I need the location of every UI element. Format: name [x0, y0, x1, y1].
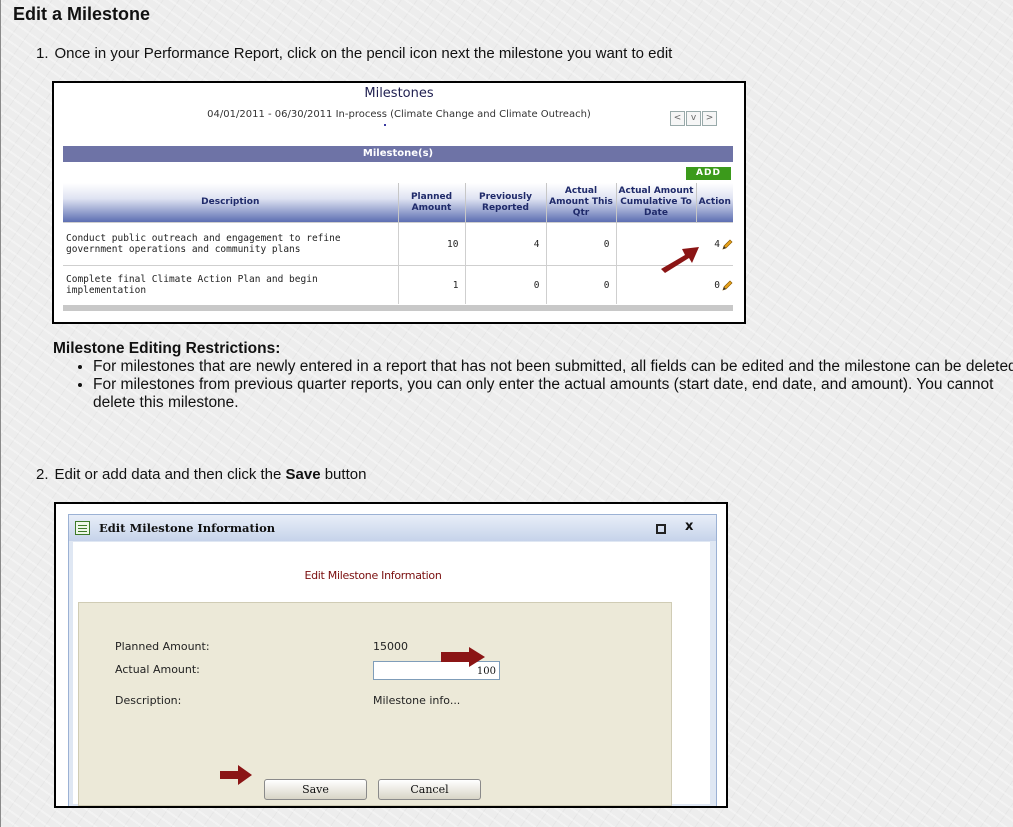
restrictions-title: Milestone Editing Restrictions:: [53, 340, 281, 357]
step-1-text: Once in your Performance Report, click o…: [54, 45, 673, 62]
col-action: Action: [696, 183, 733, 223]
edit-form: Planned Amount: 15000 Actual Amount: 100…: [78, 602, 672, 806]
row-description: Complete final Climate Action Plan and b…: [63, 265, 399, 304]
dialog-body: Edit Milestone Information Planned Amoun…: [73, 542, 710, 806]
close-icon[interactable]: x: [685, 519, 693, 534]
form-icon: [75, 521, 90, 535]
edit-dialog-screenshot: Edit Milestone Information x Edit Milest…: [54, 502, 728, 808]
save-button[interactable]: Save: [264, 779, 367, 800]
row-planned: 10: [398, 222, 466, 266]
row-description: Conduct public outreach and engagement t…: [63, 222, 399, 266]
description-value: Milestone info...: [373, 694, 461, 707]
row-this-qtr: 0: [546, 265, 617, 304]
pencil-edit-icon[interactable]: [722, 280, 733, 291]
left-border: [0, 0, 1, 827]
milestones-period: 04/01/2011 - 06/30/2011 In-process (Clim…: [207, 109, 591, 120]
description-label: Description:: [115, 694, 182, 707]
col-planned: Planned Amount: [398, 183, 466, 223]
red-arrow-icon: [441, 647, 485, 667]
add-milestone-button[interactable]: ADD: [686, 167, 731, 180]
table-header-row: Description Planned Amount Previously Re…: [63, 183, 733, 223]
restriction-item: For milestones that are newly entered in…: [93, 358, 1013, 376]
milestones-title: Milestones: [364, 86, 434, 101]
form-heading: Edit Milestone Information: [304, 569, 442, 582]
table-row: Conduct public outreach and engagement t…: [63, 222, 733, 266]
cancel-button[interactable]: Cancel: [378, 779, 481, 800]
row-previously: 0: [465, 265, 547, 304]
table-footer-bar: [63, 305, 733, 311]
next-button[interactable]: >: [702, 111, 717, 126]
milestones-section-bar: Milestone(s): [63, 146, 733, 162]
maximize-icon[interactable]: [656, 524, 666, 534]
red-arrow-icon: [220, 765, 252, 785]
col-this-qtr: Actual Amount This Qtr: [546, 183, 617, 223]
milestones-table: Description Planned Amount Previously Re…: [63, 183, 733, 304]
actual-amount-label: Actual Amount:: [115, 663, 200, 676]
planned-amount-label: Planned Amount:: [115, 640, 210, 653]
dialog-title: Edit Milestone Information: [99, 521, 276, 535]
restrictions-list: For milestones that are newly entered in…: [53, 358, 1013, 412]
row-cumulative: 0: [714, 279, 720, 291]
step-2-text-before: Edit or add data and then click the: [54, 466, 286, 483]
row-planned: 1: [398, 265, 466, 304]
step-2-text-after: button: [320, 466, 367, 483]
restriction-item: For milestones from previous quarter rep…: [93, 376, 1013, 412]
pencil-edit-icon[interactable]: [722, 239, 733, 250]
planned-amount-value: 15000: [373, 640, 408, 653]
row-previously: 4: [465, 222, 547, 266]
table-row: Complete final Climate Action Plan and b…: [63, 265, 733, 304]
dropdown-button[interactable]: v: [686, 111, 701, 126]
red-arrow-icon: [661, 247, 699, 273]
dialog-titlebar: Edit Milestone Information x: [69, 515, 716, 541]
step-1: 1. Once in your Performance Report, click…: [36, 45, 672, 62]
step-2-save-word: Save: [285, 466, 321, 483]
page-heading: Edit a Milestone: [13, 4, 151, 24]
step-2-number: 2.: [36, 466, 49, 483]
step-1-number: 1.: [36, 45, 49, 62]
milestones-nav: < v >: [670, 107, 718, 126]
cursor-dot: [384, 124, 386, 126]
prev-button[interactable]: <: [670, 111, 685, 126]
row-this-qtr: 0: [546, 222, 617, 266]
col-previously: Previously Reported: [465, 183, 547, 223]
milestones-screenshot: Milestones 04/01/2011 - 06/30/2011 In-pr…: [52, 81, 746, 324]
col-description: Description: [63, 183, 399, 223]
edit-milestone-dialog: Edit Milestone Information x Edit Milest…: [68, 514, 717, 806]
step-2: 2. Edit or add data and then click the Sa…: [36, 466, 366, 483]
col-cumulative: Actual Amount Cumulative To Date: [616, 183, 697, 223]
